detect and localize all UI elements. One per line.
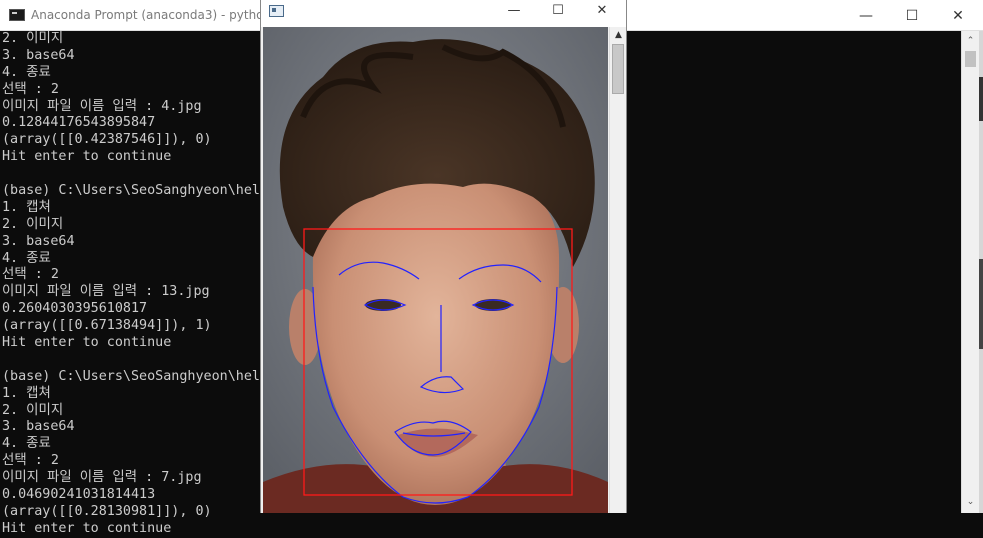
minimize-icon: — <box>859 7 873 24</box>
scroll-down-icon[interactable]: ⌄ <box>962 494 979 511</box>
scroll-up-icon[interactable]: ⌃ <box>962 33 979 50</box>
scroll-up-icon[interactable]: ▲ <box>610 27 627 43</box>
console-line: 2. 이미지 <box>2 402 64 418</box>
console-line: 3. base64 <box>2 419 75 435</box>
console-line: 2. 이미지 <box>2 31 64 46</box>
console-line: 이미지 파일 이름 입력 : 13.jpg <box>2 284 210 300</box>
console-line: (base) C:\Users\SeoSanghyeon\hel <box>2 368 260 384</box>
console-title: Anaconda Prompt (anaconda3) - python <box>31 8 272 22</box>
console-line: (array([[0.67138494]]), 1) <box>2 318 212 334</box>
console-line: 4. 종료 <box>2 64 51 80</box>
console-line: Hit enter to continue <box>2 520 172 536</box>
console-line: (base) C:\Users\SeoSanghyeon\hel <box>2 183 260 199</box>
close-button-right[interactable]: ✕ <box>935 0 981 31</box>
minimize-button-right[interactable]: — <box>843 0 889 31</box>
console-line: 이미지 파일 이름 입력 : 4.jpg <box>2 98 202 114</box>
image-viewer-window[interactable]: — ☐ ✕ ▲ <box>260 0 627 513</box>
console-line: (array([[0.28130981]]), 0) <box>2 503 212 519</box>
close-icon: ✕ <box>952 7 964 24</box>
console-line: Hit enter to continue <box>2 335 172 351</box>
viewer-titlebar[interactable]: — ☐ ✕ <box>261 0 626 27</box>
console-icon <box>9 9 25 21</box>
screen-edge-strip <box>979 31 983 513</box>
viewer-scrollbar[interactable]: ▲ <box>609 27 626 513</box>
console-line: 3. base64 <box>2 233 75 249</box>
console-line: 1. 캡쳐 <box>2 199 51 215</box>
maximize-icon: ☐ <box>552 2 564 18</box>
image-window-icon <box>269 5 284 17</box>
maximize-icon: ☐ <box>905 7 919 24</box>
close-icon: ✕ <box>596 2 608 18</box>
console-line: 선택 : 2 <box>2 453 59 469</box>
console-line: 선택 : 2 <box>2 81 59 97</box>
console-line: 4. 종료 <box>2 436 51 452</box>
console-line: 2. 이미지 <box>2 216 64 232</box>
face-photo <box>263 27 608 513</box>
maximize-button-right[interactable]: ☐ <box>889 0 935 31</box>
console-line: 0.2604030395610817 <box>2 301 148 317</box>
console-line: 0.12844176543895847 <box>2 115 156 131</box>
close-button[interactable]: ✕ <box>580 0 624 20</box>
console-line: 선택 : 2 <box>2 267 59 283</box>
anaconda-console-window[interactable]: Anaconda Prompt (anaconda3) - python 2. … <box>0 0 271 536</box>
console-line: 0.04690241031814413 <box>2 487 156 503</box>
background-console-window[interactable] <box>627 0 983 513</box>
console-scrollbar[interactable]: ⌃ ⌄ <box>961 31 979 513</box>
console-titlebar[interactable]: Anaconda Prompt (anaconda3) - python <box>0 0 271 31</box>
console-line: 4. 종료 <box>2 250 51 266</box>
console-line: 3. base64 <box>2 47 75 63</box>
console-line: 1. 캡쳐 <box>2 385 51 401</box>
console-line: 이미지 파일 이름 입력 : 7.jpg <box>2 470 202 486</box>
scrollbar-thumb[interactable] <box>612 44 624 94</box>
scrollbar-thumb[interactable] <box>965 51 976 67</box>
minimize-button[interactable]: — <box>492 0 536 20</box>
maximize-button[interactable]: ☐ <box>536 0 580 20</box>
minimize-icon: — <box>507 2 521 18</box>
console-line: (array([[0.42387546]]), 0) <box>2 132 212 148</box>
console-output[interactable]: 2. 이미지 3. base64 4. 종료 선택 : 2 이미지 파일 이름 입력 :… <box>2 31 260 538</box>
console-line: Hit enter to continue <box>2 149 172 165</box>
background-console-titlebar[interactable]: — ☐ ✕ <box>627 0 983 31</box>
